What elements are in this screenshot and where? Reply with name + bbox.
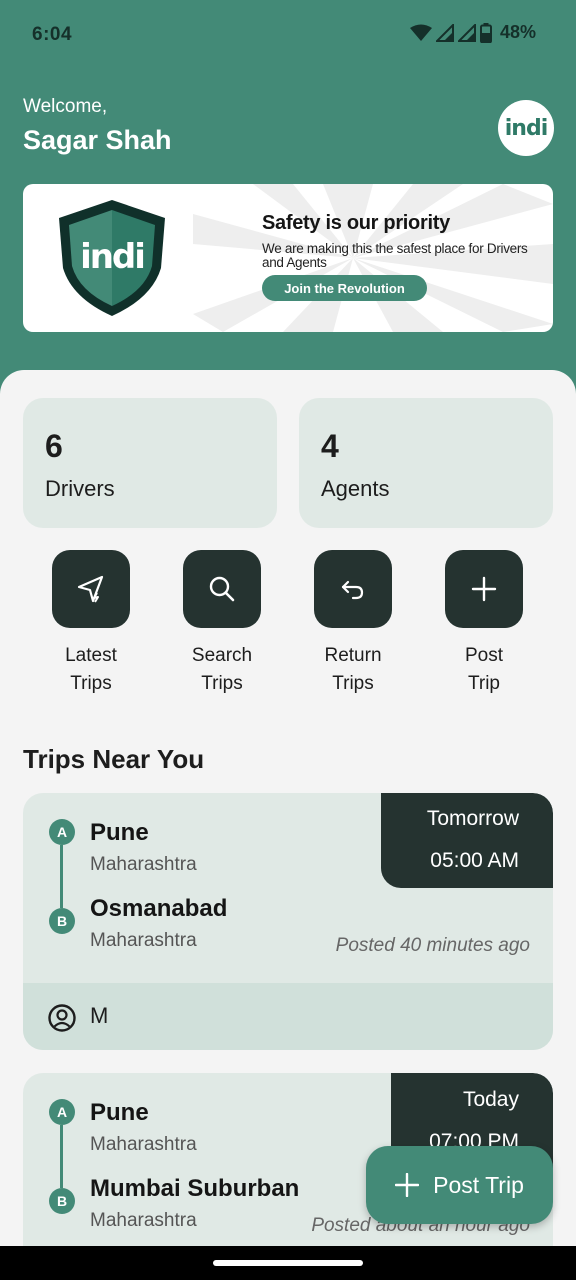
battery-icon	[479, 22, 492, 43]
drivers-stat-card[interactable]: 6 Drivers	[23, 398, 277, 528]
trip-time-box: Tomorrow 05:00 AM	[381, 793, 553, 888]
status-bar: 6:04 48%	[0, 0, 576, 70]
from-city: Pune	[90, 819, 149, 846]
join-revolution-button[interactable]: Join the Revolution	[262, 275, 427, 301]
latest-trips-label: Latest Trips	[65, 645, 117, 694]
post-trip-button[interactable]	[445, 550, 523, 628]
search-trips-button[interactable]	[183, 550, 261, 628]
latest-trips-button[interactable]	[52, 550, 130, 628]
system-nav-bar	[0, 1246, 576, 1280]
profile-logo-button[interactable]: indi	[498, 100, 554, 156]
fab-label: Post Trip	[433, 1171, 524, 1198]
search-icon	[209, 576, 235, 602]
to-city: Mumbai Suburban	[90, 1175, 300, 1202]
return-trips-button[interactable]	[314, 550, 392, 628]
agents-label: Agents	[321, 476, 390, 501]
trip-card[interactable]: Tomorrow 05:00 AM A B Pune Maharashtra O…	[23, 793, 553, 1050]
username: Sagar Shah	[23, 125, 172, 155]
drop-pin-icon: B	[49, 908, 75, 934]
svg-text:indi: indi	[80, 237, 144, 277]
from-city: Pune	[90, 1099, 149, 1126]
from-state: Maharashtra	[90, 854, 197, 875]
wifi-icon	[409, 24, 432, 41]
search-trips-label: Search Trips	[191, 645, 253, 694]
to-state: Maharashtra	[90, 930, 197, 951]
from-state: Maharashtra	[90, 1134, 197, 1155]
search-trips-action[interactable]: Search Trips	[172, 550, 272, 698]
agents-stat-card[interactable]: 4 Agents	[299, 398, 553, 528]
welcome-text: Welcome,	[23, 96, 108, 117]
section-title: Trips Near You	[23, 744, 205, 774]
route-line	[60, 1125, 63, 1188]
safety-banner[interactable]: indi Safety is our priority We are makin…	[23, 184, 553, 332]
plus-icon	[395, 1173, 420, 1197]
trip-time: 05:00 AM	[430, 849, 519, 872]
to-city: Osmanabad	[90, 895, 228, 922]
plus-icon	[471, 576, 497, 602]
pickup-pin-icon: A	[49, 819, 75, 845]
trip-driver-row[interactable]: M	[23, 983, 553, 1050]
trip-day: Tomorrow	[426, 807, 519, 830]
shield-text: indi	[80, 237, 146, 277]
user-circle-icon	[48, 1004, 76, 1032]
latest-trips-action[interactable]: Latest Trips	[41, 550, 141, 698]
pickup-pin-icon: A	[49, 1099, 75, 1125]
post-trip-label: Post Trip	[464, 645, 504, 694]
home-gesture-handle[interactable]	[213, 1260, 363, 1266]
return-icon	[341, 580, 364, 600]
send-icon	[77, 575, 104, 603]
to-state: Maharashtra	[90, 1210, 197, 1231]
drivers-label: Drivers	[45, 476, 115, 501]
drivers-count: 6	[45, 428, 63, 464]
post-trip-action[interactable]: Post Trip	[434, 550, 534, 698]
trip-day: Today	[462, 1088, 519, 1111]
status-time: 6:04	[32, 24, 73, 45]
route-line	[60, 845, 63, 908]
posted-time: Posted 40 minutes ago	[335, 935, 530, 956]
status-icons: 48%	[409, 22, 536, 43]
drop-pin-icon: B	[49, 1188, 75, 1214]
signal-icon-2	[457, 23, 476, 42]
post-trip-fab[interactable]: Post Trip	[366, 1146, 553, 1224]
agents-count: 4	[321, 428, 339, 464]
banner-subtitle: We are making this the safest place for …	[262, 241, 528, 270]
battery-percent: 48%	[499, 22, 536, 42]
signal-icon	[435, 23, 454, 42]
return-trips-action[interactable]: Return Trips	[303, 550, 403, 698]
banner-title: Safety is our priority	[262, 212, 450, 234]
return-trips-label: Return Trips	[324, 645, 382, 694]
driver-name: M	[90, 1003, 109, 1028]
